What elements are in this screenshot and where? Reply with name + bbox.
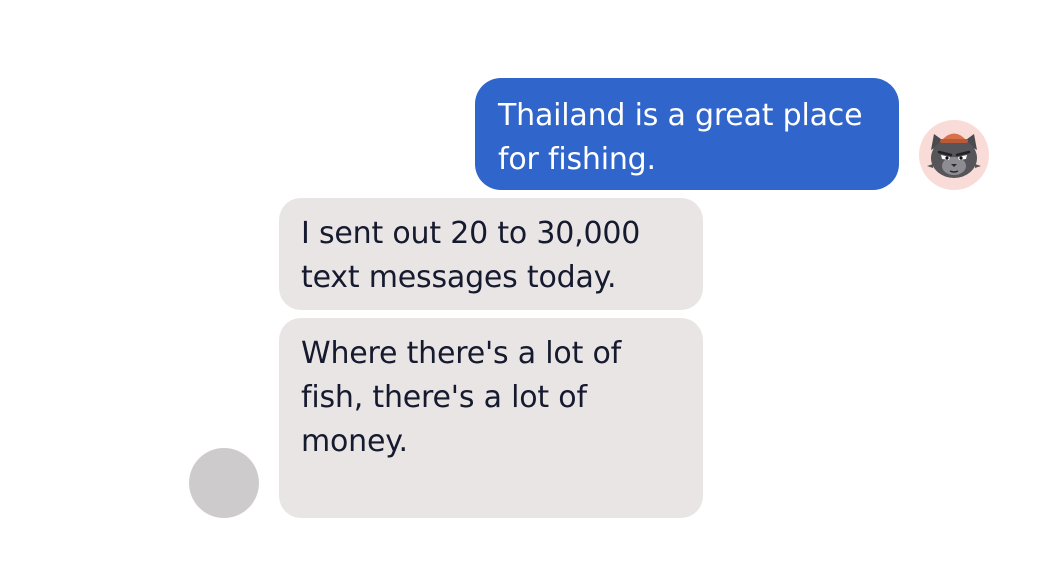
message-text: Thailand is a great place for fishing. xyxy=(498,98,863,177)
cat-avatar-icon xyxy=(927,133,981,178)
message-bubble-incoming[interactable]: I sent out 20 to 30,000 text messages to… xyxy=(279,198,703,310)
message-bubble-outgoing[interactable]: Thailand is a great place for fishing. xyxy=(475,78,899,190)
chat-conversation: Thailand is a great place for fishing. I… xyxy=(0,0,1052,586)
contact-avatar[interactable] xyxy=(189,448,259,518)
message-bubble-incoming[interactable]: Where there's a lot of fish, there's a l… xyxy=(279,318,703,518)
self-avatar[interactable] xyxy=(919,120,989,190)
message-text: Where there's a lot of fish, there's a l… xyxy=(301,336,622,459)
message-text: I sent out 20 to 30,000 text messages to… xyxy=(301,216,641,295)
